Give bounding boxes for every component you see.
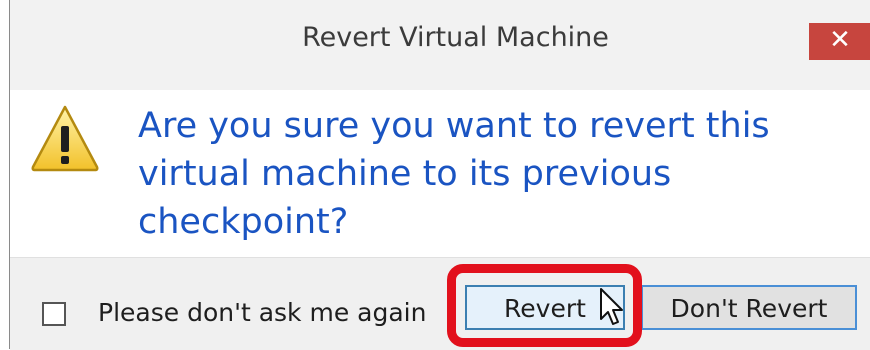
dont-revert-button[interactable]: Don't Revert (641, 285, 857, 330)
dont-ask-again-label[interactable]: Please don't ask me again (98, 298, 426, 327)
close-icon: ✕ (829, 25, 851, 55)
dont-ask-again-checkbox[interactable] (42, 302, 66, 326)
warning-icon (31, 105, 99, 172)
confirmation-message: Are you sure you want to revert this vir… (138, 106, 770, 242)
title-bar: Revert Virtual Machine ✕ (10, 0, 870, 90)
dialog-title: Revert Virtual Machine (302, 22, 609, 53)
close-button[interactable]: ✕ (809, 23, 870, 60)
dialog-content: Are you sure you want to revert this vir… (10, 90, 870, 257)
revert-vm-dialog: Revert Virtual Machine ✕ Are you sure yo… (9, 0, 870, 350)
dialog-footer: Please don't ask me again Revert Don't R… (10, 257, 870, 350)
mouse-pointer-icon (600, 288, 623, 325)
